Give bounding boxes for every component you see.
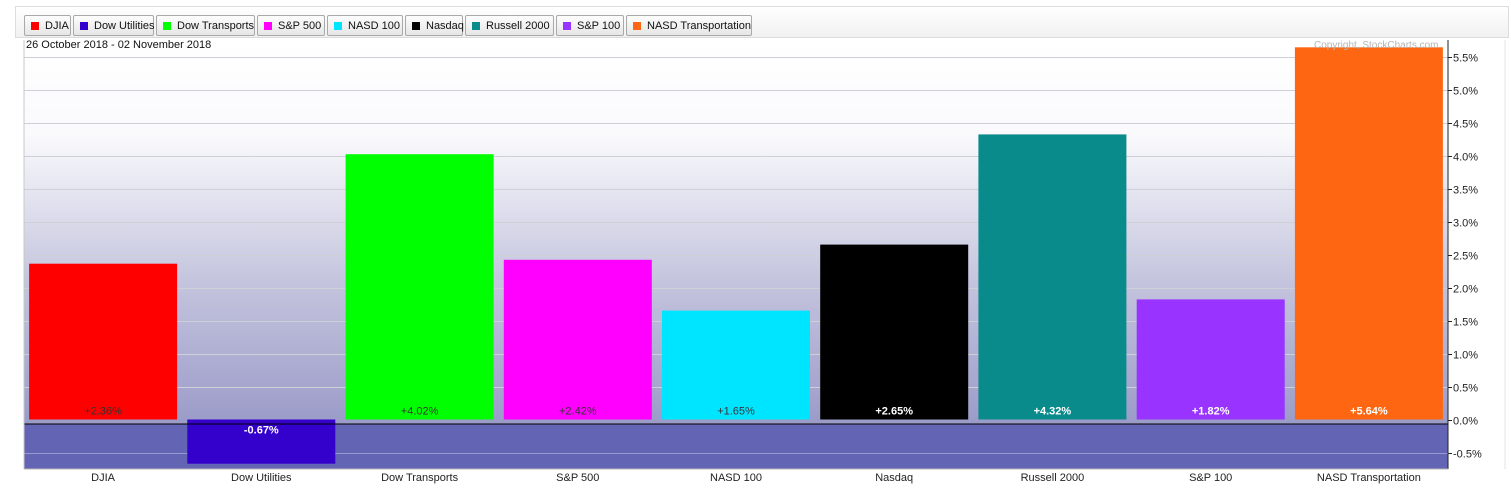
bar-value-label: +1.65% bbox=[717, 406, 755, 418]
bar-nasd-transportation bbox=[1294, 47, 1443, 420]
bar-value-label: +2.65% bbox=[875, 406, 913, 418]
perfchart-app: DJIA Dow Utilities Dow Transports S&P 50… bbox=[0, 0, 1511, 492]
y-tick-label: 3.0% bbox=[1453, 218, 1478, 230]
y-tick-label: 5.5% bbox=[1453, 53, 1478, 65]
bar-value-label: +5.64% bbox=[1350, 406, 1388, 418]
y-tick-label: 4.5% bbox=[1453, 119, 1478, 131]
y-tick-label: 2.5% bbox=[1453, 251, 1478, 263]
bar-sp-500 bbox=[503, 259, 652, 420]
y-tick-label: 0.0% bbox=[1453, 416, 1478, 428]
x-tick-label: NASD 100 bbox=[710, 472, 762, 484]
date-range-label: 26 October 2018 - 02 November 2018 bbox=[26, 39, 212, 51]
y-tick-label: -0.5% bbox=[1453, 449, 1482, 461]
bar-nasd-100 bbox=[662, 310, 810, 420]
x-tick-label: Dow Utilities bbox=[231, 472, 292, 484]
bar-value-label: +2.36% bbox=[84, 406, 122, 418]
bar-dow-transports bbox=[345, 154, 494, 420]
y-tick-label: 3.5% bbox=[1453, 185, 1478, 197]
x-tick-label: Nasdaq bbox=[875, 472, 913, 484]
x-tick-label: NASD Transportation bbox=[1317, 472, 1421, 484]
y-tick-label: 4.0% bbox=[1453, 152, 1478, 164]
bar-djia bbox=[29, 263, 178, 420]
y-axis-ticks: -0.5% 0.0% 0.5% 1.0% 1.5% 2.0% 2.5% 3.0% 3.5% 4.0… bbox=[1448, 53, 1482, 461]
bar-russell-2000 bbox=[978, 134, 1127, 420]
perf-chart: +2.36% -0.67% +4.02% +2.42% +1.65% +2.65% +4.3… bbox=[23, 40, 1506, 484]
x-tick-label: DJIA bbox=[91, 472, 116, 484]
x-tick-label: S&P 500 bbox=[556, 472, 599, 484]
y-tick-label: 5.0% bbox=[1453, 86, 1478, 98]
copyright-label: Copyright, StockCharts.com bbox=[1314, 40, 1439, 51]
x-tick-label: Dow Transports bbox=[381, 472, 459, 484]
bar-nasdaq bbox=[820, 244, 969, 420]
bar-value-label: +4.02% bbox=[401, 406, 439, 418]
x-tick-label: Russell 2000 bbox=[1021, 472, 1085, 484]
bar-sp-100 bbox=[1136, 299, 1285, 420]
y-tick-label: 1.0% bbox=[1453, 350, 1478, 362]
y-tick-label: 0.5% bbox=[1453, 383, 1478, 395]
bar-value-label: +2.42% bbox=[559, 406, 597, 418]
bar-value-label: -0.67% bbox=[244, 425, 279, 437]
bar-value-label: +1.82% bbox=[1192, 406, 1230, 418]
x-tick-label: S&P 100 bbox=[1189, 472, 1232, 484]
y-tick-label: 2.0% bbox=[1453, 284, 1478, 296]
y-tick-label: 1.5% bbox=[1453, 317, 1478, 329]
x-axis-labels: DJIA Dow Utilities Dow Transports S&P 500 NA… bbox=[91, 472, 1421, 484]
bar-value-label: +4.32% bbox=[1034, 406, 1072, 418]
